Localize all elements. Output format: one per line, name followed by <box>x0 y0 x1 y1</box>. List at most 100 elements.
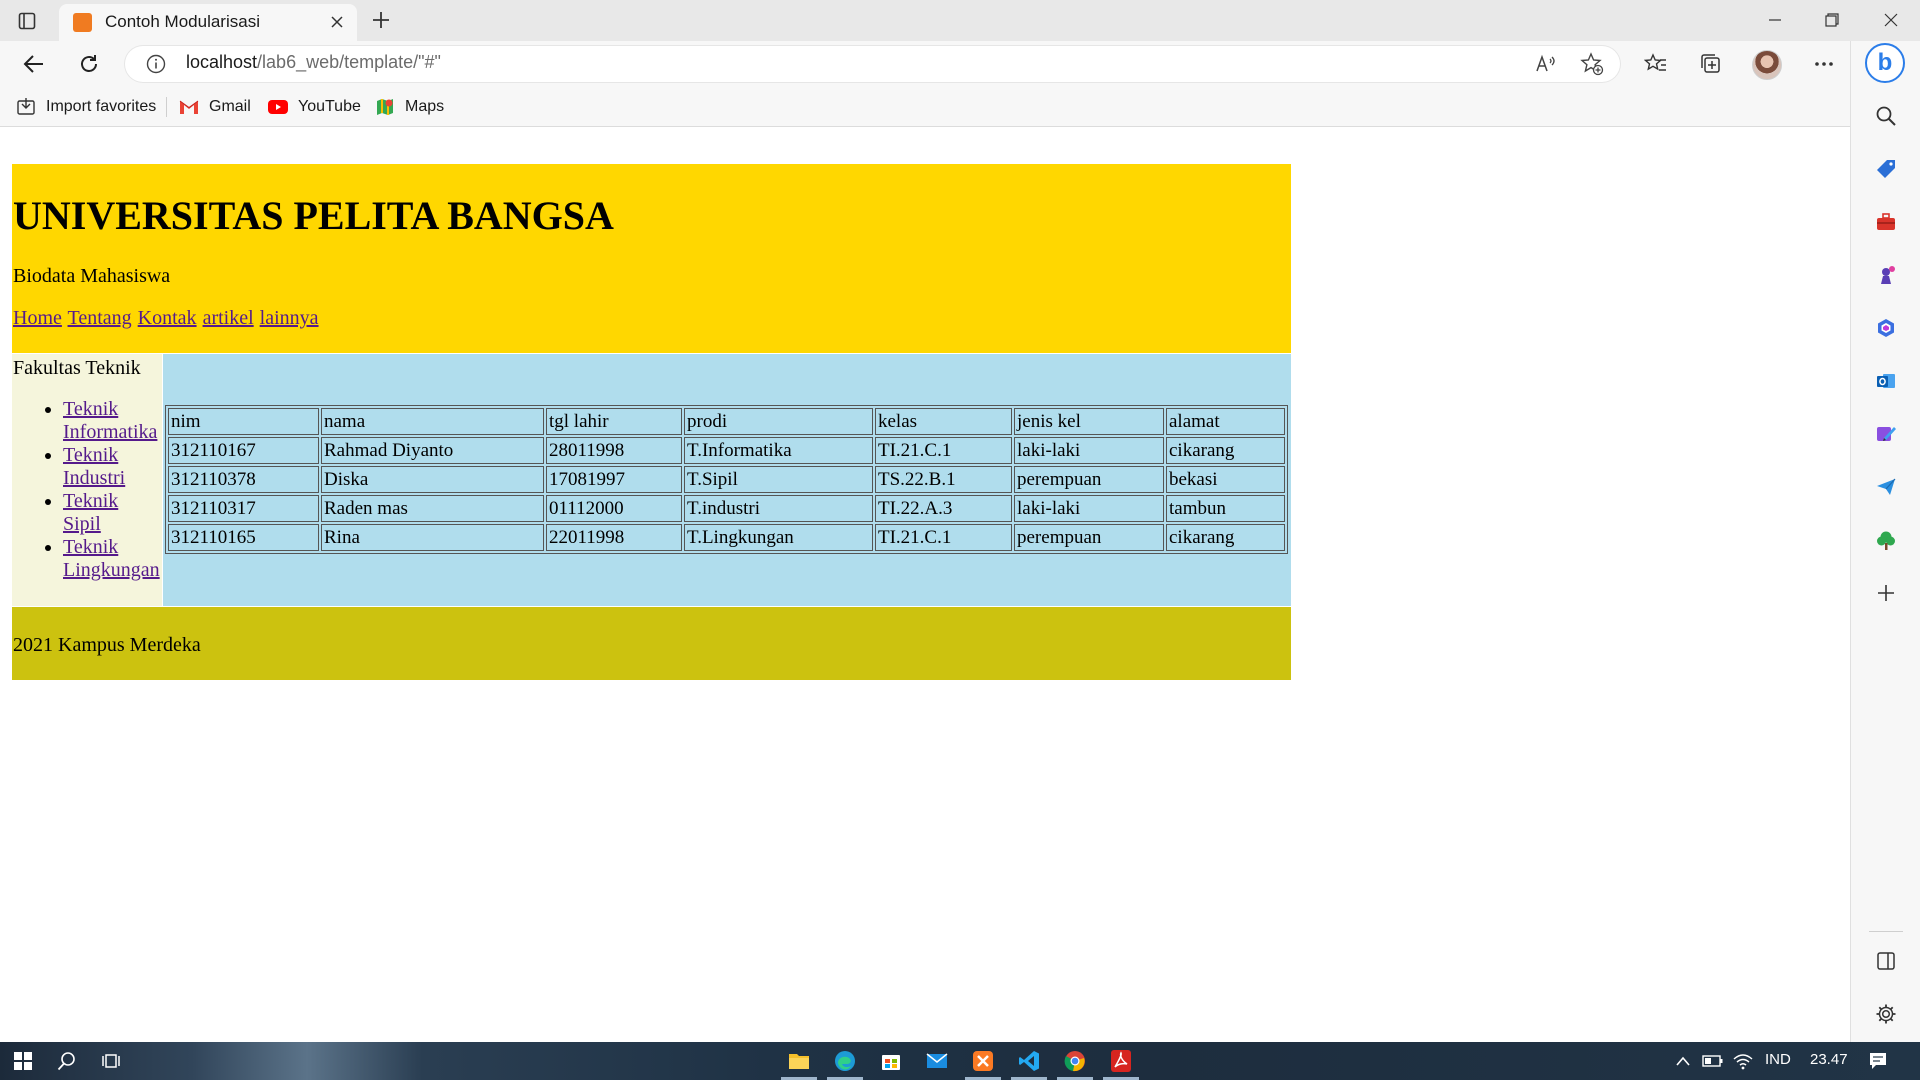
tree-icon[interactable] <box>1871 525 1901 555</box>
vscode-icon[interactable] <box>1016 1048 1042 1074</box>
mail-icon[interactable] <box>924 1048 950 1074</box>
read-aloud-icon[interactable] <box>1533 52 1557 76</box>
table-cell: perempuan <box>1014 466 1164 493</box>
microsoft-365-icon[interactable] <box>1871 313 1901 343</box>
favorites-icon[interactable] <box>1640 48 1672 80</box>
settings-gear-icon[interactable] <box>1871 999 1901 1029</box>
new-tab-icon[interactable] <box>368 7 394 33</box>
link-teknik-sipil[interactable]: Teknik Sipil <box>63 490 118 535</box>
language-indicator[interactable]: IND <box>1765 1051 1791 1068</box>
header-cell: tgl lahir <box>546 408 682 435</box>
file-explorer-icon[interactable] <box>786 1048 812 1074</box>
edge-icon[interactable] <box>832 1048 858 1074</box>
table-cell: Raden mas <box>321 495 544 522</box>
shopping-tag-icon[interactable] <box>1871 154 1901 184</box>
nav-link-kontak[interactable]: Kontak <box>138 307 197 329</box>
collections-icon[interactable] <box>1695 48 1727 80</box>
more-options-icon[interactable] <box>1808 48 1840 80</box>
address-bar[interactable]: localhost/lab6_web/template/"#" <box>125 46 1620 82</box>
table-header-row: nim nama tgl lahir prodi kelas jenis kel… <box>168 408 1285 435</box>
table-cell: laki-laki <box>1014 437 1164 464</box>
xampp-icon[interactable] <box>970 1048 996 1074</box>
favorites-bar: Import favorites Gmail YouTube Maps <box>0 87 1850 127</box>
student-table: nim nama tgl lahir prodi kelas jenis kel… <box>165 405 1288 554</box>
table-cell: 22011998 <box>546 524 682 551</box>
link-teknik-lingkungan[interactable]: Teknik Lingkungan <box>63 536 160 581</box>
link-line: Informatika <box>63 421 158 443</box>
link-teknik-industri[interactable]: Teknik Industri <box>63 444 125 489</box>
table-cell: TS.22.B.1 <box>875 466 1012 493</box>
faculty-sidebar: Fakultas Teknik TeknikInformatika Teknik… <box>12 354 162 606</box>
table-cell: Diska <box>321 466 544 493</box>
table-cell: T.Sipil <box>684 466 873 493</box>
clock[interactable]: 23.47 <box>1810 1051 1848 1068</box>
back-arrow-icon[interactable] <box>18 48 50 80</box>
windows-start-icon[interactable] <box>10 1048 36 1074</box>
windows-taskbar: IND 23.47 <box>0 1042 1920 1080</box>
footer-text: 2021 Kampus Merdeka <box>13 634 201 656</box>
bing-copilot-icon[interactable]: b <box>1865 43 1905 83</box>
chrome-icon[interactable] <box>1062 1048 1088 1074</box>
youtube-icon <box>268 97 288 117</box>
add-favorite-icon[interactable] <box>1580 52 1604 76</box>
restore-icon[interactable] <box>1814 6 1850 34</box>
table-cell: cikarang <box>1166 524 1285 551</box>
faculty-title: Fakultas Teknik <box>13 357 141 379</box>
add-sidebar-app-icon[interactable] <box>1871 578 1901 608</box>
task-view-icon[interactable] <box>98 1048 124 1074</box>
header-cell: kelas <box>875 408 1012 435</box>
battery-icon[interactable] <box>1700 1048 1726 1074</box>
table-cell: Rina <box>321 524 544 551</box>
outlook-icon[interactable] <box>1871 366 1901 396</box>
table-row: 312110317 Raden mas 01112000 T.industri … <box>168 495 1285 522</box>
taskbar-search-icon[interactable] <box>54 1048 80 1074</box>
show-hidden-icons-chevron-icon[interactable] <box>1670 1048 1696 1074</box>
main-content: nim nama tgl lahir prodi kelas jenis kel… <box>163 354 1291 606</box>
faculty-list-item: TeknikIndustri <box>63 444 160 490</box>
minimize-icon[interactable] <box>1757 6 1793 34</box>
nav-link-artikel[interactable]: artikel <box>203 307 254 329</box>
tools-icon[interactable] <box>1871 207 1901 237</box>
fav-label: Maps <box>405 98 445 115</box>
search-icon[interactable] <box>1871 101 1901 131</box>
split-screen-icon[interactable] <box>1871 946 1901 976</box>
refresh-icon[interactable] <box>73 48 105 80</box>
nav-link-tentang[interactable]: Tentang <box>68 307 132 329</box>
tab-actions-icon[interactable] <box>14 8 40 34</box>
wifi-icon[interactable] <box>1730 1048 1756 1074</box>
header-cell: nim <box>168 408 319 435</box>
send-icon[interactable] <box>1871 472 1901 502</box>
header-cell: alamat <box>1166 408 1285 435</box>
info-icon[interactable] <box>146 54 166 74</box>
nav-link-home[interactable]: Home <box>13 307 62 329</box>
table-cell: 28011998 <box>546 437 682 464</box>
import-icon <box>16 97 36 117</box>
profile-avatar[interactable] <box>1752 50 1782 80</box>
link-teknik-informatika[interactable]: Teknik Informatika <box>63 398 157 443</box>
acrobat-icon[interactable] <box>1108 1048 1134 1074</box>
fav-import[interactable]: Import favorites <box>16 96 156 118</box>
site-title: UNIVERSITAS PELITA BANGSA <box>13 193 614 238</box>
close-tab-icon[interactable] <box>327 12 347 32</box>
favorites-divider <box>166 97 167 117</box>
store-icon[interactable] <box>878 1048 904 1074</box>
url-text[interactable]: localhost/lab6_web/template/"#" <box>186 52 441 73</box>
site-subtitle: Biodata Mahasiswa <box>13 265 171 287</box>
tab-bar: Contoh Modularisasi <box>0 0 1920 41</box>
active-tab[interactable]: Contoh Modularisasi <box>59 4 357 41</box>
close-window-icon[interactable] <box>1873 6 1909 34</box>
table-cell: 17081997 <box>546 466 682 493</box>
designer-icon[interactable] <box>1871 419 1901 449</box>
table-cell: 312110317 <box>168 495 319 522</box>
fav-youtube[interactable]: YouTube <box>268 96 361 118</box>
fav-gmail[interactable]: Gmail <box>179 96 251 118</box>
web-page: UNIVERSITAS PELITA BANGSA Biodata Mahasi… <box>0 128 1850 1042</box>
fav-maps[interactable]: Maps <box>375 96 444 118</box>
table-cell: 01112000 <box>546 495 682 522</box>
notifications-icon[interactable] <box>1865 1048 1891 1074</box>
fav-label: Import favorites <box>46 98 157 115</box>
nav-link-lainnya[interactable]: lainnya <box>260 307 319 329</box>
table-row: 312110378 Diska 17081997 T.Sipil TS.22.B… <box>168 466 1285 493</box>
link-line: Lingkungan <box>63 559 160 581</box>
games-icon[interactable] <box>1871 260 1901 290</box>
